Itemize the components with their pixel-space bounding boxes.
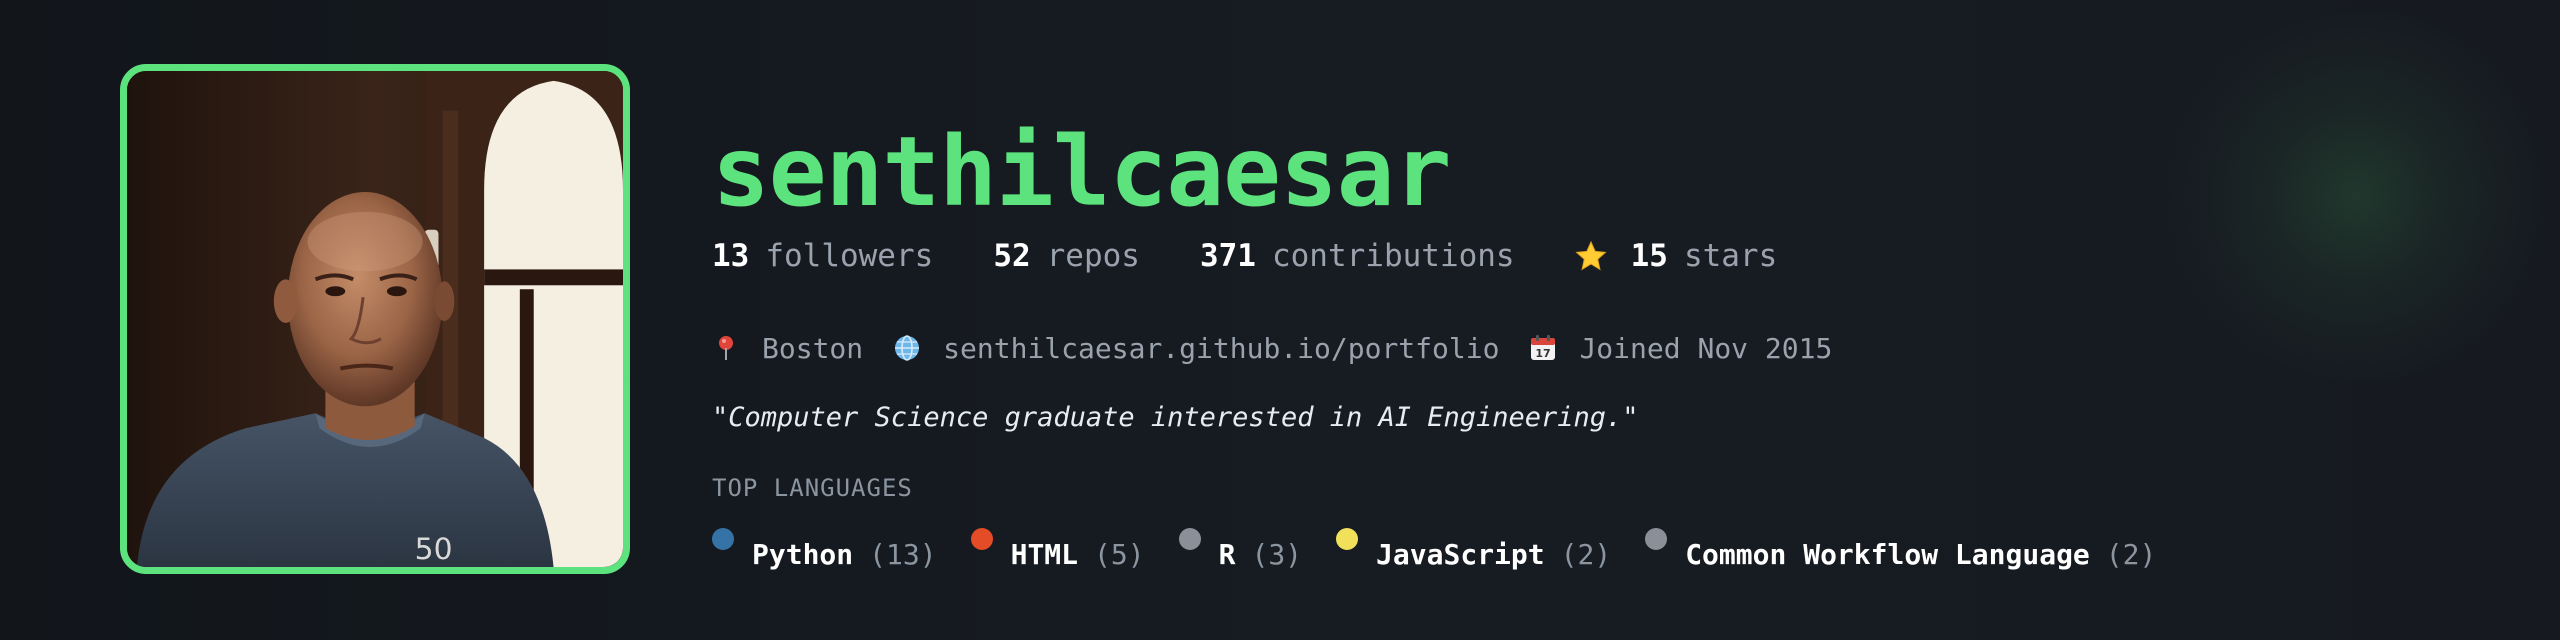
profile-card: 50 senthilcaesar 13 followers 52 repos 3… — [0, 0, 2560, 640]
meta-row: Boston senthilcaesar.github.io/portfolio… — [712, 328, 1832, 368]
language-name: JavaScript — [1376, 538, 1545, 571]
followers-count: 13 — [712, 238, 750, 274]
contributions-label: contributions — [1271, 238, 1515, 274]
website-link[interactable]: senthilcaesar.github.io/portfolio — [943, 332, 1499, 365]
bio: "Computer Science graduate interested in… — [712, 402, 1639, 433]
website[interactable]: senthilcaesar.github.io/portfolio — [893, 332, 1499, 365]
language-color-dot — [1178, 528, 1201, 550]
language-color-dot — [1645, 528, 1668, 550]
top-languages-heading: TOP LANGUAGES — [712, 474, 913, 502]
language-item[interactable]: R (3) — [1178, 520, 1303, 584]
stars-count: 15 — [1630, 238, 1668, 274]
avatar-image: 50 — [127, 71, 623, 567]
stat-stars[interactable]: 15 stars — [1575, 238, 1778, 274]
language-count: (5) — [1094, 538, 1145, 571]
star-icon — [1575, 240, 1607, 271]
globe-icon — [895, 335, 920, 361]
location: Boston — [712, 332, 863, 365]
joined: 17 Joined Nov 2015 — [1529, 332, 1832, 365]
language-name: Common Workflow Language — [1685, 538, 2090, 571]
stat-contributions[interactable]: 371 contributions — [1200, 238, 1515, 274]
avatar[interactable]: 50 — [120, 64, 630, 574]
language-count: (2) — [2105, 538, 2157, 571]
joined-text: Joined Nov 2015 — [1579, 331, 1833, 365]
language-name: Python — [752, 538, 854, 571]
location-text: Boston — [762, 331, 864, 365]
languages-list: Python (13) HTML (5) R (3) JavaScript (2… — [712, 520, 2190, 584]
language-item[interactable]: HTML (5) — [970, 520, 1145, 584]
language-color-dot — [712, 528, 734, 550]
calendar-icon: 17 — [1531, 335, 1556, 360]
stats-row: 13 followers 52 repos 371 contributions … — [712, 236, 1837, 276]
repos-count: 52 — [993, 238, 1031, 274]
language-count: (2) — [1560, 538, 1612, 571]
repos-label: repos — [1046, 238, 1140, 274]
language-color-dot — [970, 528, 993, 550]
contributions-count: 371 — [1199, 238, 1256, 274]
username[interactable]: senthilcaesar — [712, 112, 1451, 232]
svg-text:17: 17 — [1536, 347, 1551, 360]
followers-label: followers — [765, 238, 934, 274]
stat-followers[interactable]: 13 followers — [712, 238, 933, 274]
language-item[interactable]: Python (13) — [712, 520, 937, 584]
stat-repos[interactable]: 52 repos — [993, 238, 1140, 274]
language-item[interactable]: Common Workflow Language (2) — [1645, 520, 2156, 584]
pin-icon — [719, 336, 733, 360]
language-item[interactable]: JavaScript (2) — [1336, 520, 1611, 584]
language-color-dot — [1336, 528, 1359, 550]
language-count: (13) — [869, 538, 937, 571]
stars-label: stars — [1683, 238, 1778, 274]
language-name: HTML — [1010, 538, 1079, 571]
svg-text:50: 50 — [415, 532, 453, 567]
language-name: R — [1218, 538, 1236, 571]
language-count: (3) — [1251, 538, 1303, 571]
